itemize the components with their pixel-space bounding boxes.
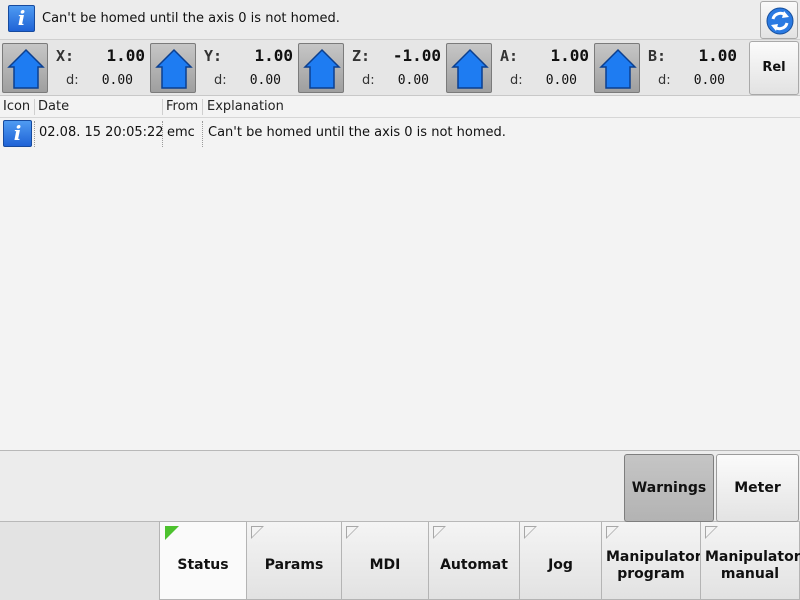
rel-button[interactable]: Rel xyxy=(749,41,799,95)
tab-params[interactable]: Params xyxy=(246,522,342,600)
home-z-button[interactable] xyxy=(298,43,344,93)
axis-x-value: 1.00 xyxy=(106,46,145,65)
axis-a: A: 1.00 d: 0.00 xyxy=(444,41,591,95)
column-header-date[interactable]: Date xyxy=(38,96,69,118)
axis-y-d-label: d: xyxy=(214,73,227,88)
column-divider xyxy=(162,99,163,115)
info-icon: i xyxy=(8,5,35,32)
tab-manipulator-manual[interactable]: Manipulator manual xyxy=(700,522,800,600)
info-icon: i xyxy=(3,120,32,147)
message-log-table[interactable]: Icon Date From Explanation i 02.08. 15 2… xyxy=(0,96,800,450)
axis-a-value: 1.00 xyxy=(550,46,589,65)
tab-corner-marker xyxy=(251,526,264,539)
table-header xyxy=(0,96,800,118)
axis-y-name: Y: xyxy=(204,47,223,65)
axis-z-d-value: 0.00 xyxy=(397,73,429,88)
axes-bar: X: 1.00 d: 0.00 Y: 1.00 d: 0.00 Z: -1.00… xyxy=(0,40,800,96)
refresh-button[interactable] xyxy=(760,1,798,39)
tab-label: Automat xyxy=(440,557,508,573)
axis-x-d-label: d: xyxy=(66,73,79,88)
warnings-button[interactable]: Warnings xyxy=(624,454,714,522)
axis-z-value: -1.00 xyxy=(392,46,441,65)
axis-x-name: X: xyxy=(56,47,75,65)
home-icon xyxy=(451,48,489,89)
axis-a-d-label: d: xyxy=(510,73,523,88)
axis-y-d-value: 0.00 xyxy=(249,73,281,88)
axis-z-d-label: d: xyxy=(362,73,375,88)
column-header-explanation[interactable]: Explanation xyxy=(207,96,284,118)
axis-b-d-value: 0.00 xyxy=(693,73,725,88)
tab-bar: Status Params MDI Automat Jog Manipulato… xyxy=(0,521,800,600)
row-explanation: Can't be homed until the axis 0 is not h… xyxy=(208,125,506,140)
tab-jog[interactable]: Jog xyxy=(519,522,602,600)
home-icon xyxy=(7,48,45,89)
axis-x: X: 1.00 d: 0.00 xyxy=(0,41,147,95)
tab-corner-marker xyxy=(705,526,718,539)
tab-corner-marker xyxy=(433,526,446,539)
home-icon xyxy=(599,48,637,89)
axis-y-value: 1.00 xyxy=(254,46,293,65)
home-x-button[interactable] xyxy=(2,43,48,93)
tab-label: Manipulator manual xyxy=(705,548,800,582)
tab-label: MDI xyxy=(369,557,401,573)
meter-button[interactable]: Meter xyxy=(716,454,799,522)
cell-divider xyxy=(34,121,35,147)
tab-label: Params xyxy=(264,557,324,573)
axis-z-name: Z: xyxy=(352,47,371,65)
axis-b-name: B: xyxy=(648,47,667,65)
tab-label: Jog xyxy=(548,557,573,573)
bottom-panel: Warnings Meter xyxy=(0,450,800,522)
axis-x-d-value: 0.00 xyxy=(101,73,133,88)
axis-b: B: 1.00 d: 0.00 xyxy=(592,41,739,95)
home-a-button[interactable] xyxy=(446,43,492,93)
cell-divider xyxy=(162,121,163,147)
info-bar: i Can't be homed until the axis 0 is not… xyxy=(0,0,800,40)
tab-label: Manipulator program xyxy=(606,548,702,582)
tab-manipulator-program[interactable]: Manipulator program xyxy=(601,522,702,600)
tab-corner-marker xyxy=(524,526,537,539)
axis-a-d-value: 0.00 xyxy=(545,73,577,88)
column-divider xyxy=(34,99,35,115)
tab-label: Status xyxy=(177,557,229,573)
refresh-icon xyxy=(766,7,794,35)
column-header-from[interactable]: From xyxy=(166,96,198,118)
cell-divider xyxy=(202,121,203,147)
home-icon xyxy=(303,48,341,89)
row-date: 02.08. 15 20:05:22 xyxy=(39,125,164,140)
row-from: emc xyxy=(167,125,195,140)
home-icon xyxy=(155,48,193,89)
table-row[interactable]: i 02.08. 15 20:05:22 emc Can't be homed … xyxy=(0,118,800,148)
tab-mdi[interactable]: MDI xyxy=(341,522,429,600)
tab-status[interactable]: Status xyxy=(159,521,247,600)
home-b-button[interactable] xyxy=(594,43,640,93)
tab-corner-marker xyxy=(606,526,619,539)
info-message: Can't be homed until the axis 0 is not h… xyxy=(42,11,340,26)
tab-corner-marker xyxy=(346,526,359,539)
axis-b-d-label: d: xyxy=(658,73,671,88)
column-header-icon[interactable]: Icon xyxy=(3,96,30,118)
axis-a-name: A: xyxy=(500,47,519,65)
column-divider xyxy=(202,99,203,115)
axis-z: Z: -1.00 d: 0.00 xyxy=(296,41,443,95)
axis-b-value: 1.00 xyxy=(698,46,737,65)
tab-automat[interactable]: Automat xyxy=(428,522,520,600)
active-tab-marker xyxy=(165,526,179,540)
home-y-button[interactable] xyxy=(150,43,196,93)
axis-y: Y: 1.00 d: 0.00 xyxy=(148,41,295,95)
